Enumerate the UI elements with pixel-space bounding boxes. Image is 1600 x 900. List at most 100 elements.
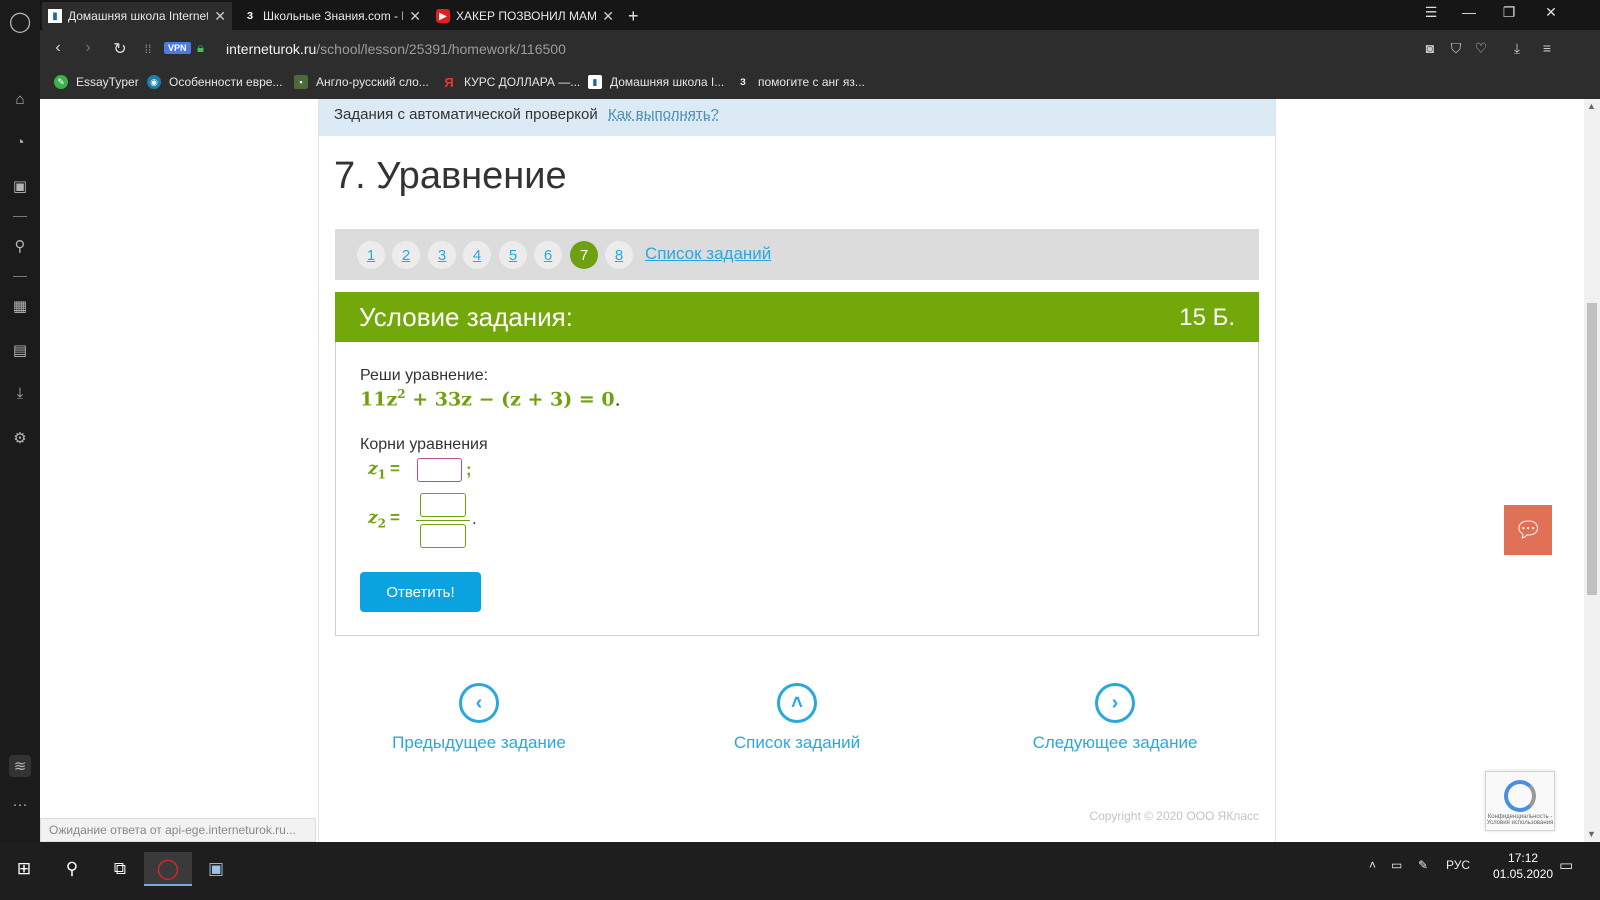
- pager-item[interactable]: 2: [392, 241, 420, 269]
- forward-icon[interactable]: ›: [78, 39, 98, 57]
- bookmark-item[interactable]: ◉ Особенности евре...: [147, 75, 282, 89]
- twitch-icon[interactable]: ▣: [9, 175, 31, 197]
- opera-taskbar-icon[interactable]: ◯: [144, 852, 192, 886]
- tab-youtube[interactable]: ▶ ХАКЕР ПОЗВОНИЛ МАМЕ ✕: [430, 2, 620, 30]
- scroll-up-icon[interactable]: ▲: [1587, 101, 1596, 111]
- z2-period: .: [472, 509, 477, 528]
- chevron-left-icon[interactable]: ‹: [459, 683, 499, 723]
- speed-dial-icon[interactable]: ◔: [9, 131, 31, 153]
- bookmark-label: Домашняя школа I...: [610, 75, 725, 89]
- z1-input[interactable]: [417, 458, 462, 482]
- vpn-badge[interactable]: VPN: [164, 42, 191, 54]
- grid-dots-icon[interactable]: ⁞⁞: [138, 42, 158, 56]
- easy-setup-icon[interactable]: ≡: [1537, 40, 1557, 56]
- url-field[interactable]: interneturok.ru/school/lesson/25391/home…: [226, 41, 566, 57]
- how-to-link[interactable]: Как выполнять?: [608, 106, 719, 123]
- close-icon[interactable]: ✕: [409, 8, 421, 25]
- pager-item-current[interactable]: 7: [570, 241, 598, 269]
- pager-item[interactable]: 6: [534, 241, 562, 269]
- bookmarks-bar: ✎ EssayTyper ◉ Особенности евре... ▪ Анг…: [40, 68, 1600, 99]
- shield-icon[interactable]: ⛉: [1446, 40, 1466, 57]
- condition-title: Условие задания:: [359, 302, 573, 332]
- task-list-nav-link[interactable]: Список заданий: [677, 733, 917, 753]
- download-icon[interactable]: ⤓: [1507, 40, 1527, 57]
- gamepad-icon[interactable]: ⌂: [9, 88, 31, 110]
- tab-znanija[interactable]: З Школьные Знания.com - Р ✕: [237, 2, 427, 30]
- next-task-nav[interactable]: › Следующее задание: [995, 683, 1235, 753]
- battery-icon[interactable]: ▭: [1391, 858, 1402, 872]
- reload-icon[interactable]: ↻: [110, 39, 130, 59]
- submit-button[interactable]: Ответить!: [360, 572, 481, 612]
- z2-denominator-input[interactable]: [420, 524, 466, 548]
- chevron-right-icon[interactable]: ›: [1095, 683, 1135, 723]
- search-icon[interactable]: ⚲: [9, 235, 31, 257]
- tab-title: Школьные Знания.com - Р: [263, 9, 404, 23]
- back-icon[interactable]: ‹: [48, 39, 68, 57]
- bookmark-item[interactable]: Я КУРС ДОЛЛАРА —...: [442, 74, 580, 90]
- bookmark-label: Англо-русский сло...: [316, 75, 429, 89]
- lock-icon[interactable]: 🔒︎: [197, 40, 204, 56]
- yandex-icon: Я: [444, 74, 454, 90]
- tab-interneturok[interactable]: ▮ Домашняя школа Internet ✕: [42, 2, 232, 30]
- bookmark-item[interactable]: ✎ EssayTyper: [54, 75, 139, 89]
- z1-label: z1: [368, 459, 386, 481]
- settings-icon[interactable]: ⚙: [9, 427, 31, 449]
- bookmark-item[interactable]: З помогите с анг яз...: [736, 75, 865, 89]
- tab-menu-icon[interactable]: ☰: [1420, 4, 1442, 21]
- next-task-link[interactable]: Следующее задание: [995, 733, 1235, 753]
- plus-icon: +: [628, 5, 639, 26]
- app-taskbar-icon[interactable]: ▣: [192, 852, 240, 886]
- pen-icon[interactable]: ✎: [1418, 858, 1428, 872]
- bookmark-item[interactable]: ▪ Англо-русский сло...: [294, 75, 429, 89]
- restore-icon[interactable]: ❐: [1498, 4, 1520, 21]
- language-indicator[interactable]: РУС: [1446, 858, 1470, 872]
- tray-chevron-icon[interactable]: ˄: [1369, 858, 1376, 872]
- equation: 11z2 + 33z − (z + 3) = 0.: [360, 387, 621, 410]
- grid-icon[interactable]: ▦: [9, 295, 31, 317]
- scroll-thumb[interactable]: [1587, 303, 1597, 595]
- scroll-down-icon[interactable]: ▼: [1587, 829, 1596, 839]
- prev-task-link[interactable]: Предыдущее задание: [359, 733, 599, 753]
- search-icon[interactable]: ⚲: [48, 852, 96, 886]
- download-icon[interactable]: ⤓: [9, 382, 31, 404]
- essaytyper-icon: ✎: [54, 75, 68, 89]
- windows-start-icon[interactable]: ⊞: [0, 852, 48, 886]
- recaptcha-badge[interactable]: Конфиденциальность - Условия использован…: [1485, 771, 1555, 831]
- clock[interactable]: 17:12 01.05.2020: [1493, 850, 1553, 882]
- prev-task-nav[interactable]: ‹ Предыдущее задание: [359, 683, 599, 753]
- chevron-up-icon[interactable]: ˄: [777, 683, 817, 723]
- page-scrollbar[interactable]: ▲ ▼: [1584, 99, 1600, 842]
- task-view-icon[interactable]: ⧉: [96, 852, 144, 886]
- address-bar: ‹ › ↻ ⁞⁞ VPN 🔒︎ interneturok.ru/school/l…: [40, 30, 1600, 68]
- chat-widget-button[interactable]: 💬︎: [1504, 505, 1552, 555]
- interneturok-favicon: ▮: [48, 9, 62, 23]
- new-tab-button[interactable]: +: [622, 2, 650, 30]
- opera-logo-icon[interactable]: ◯: [9, 10, 31, 33]
- bookmark-label: Особенности евре...: [169, 75, 283, 89]
- chat-icon: 💬︎: [1514, 517, 1542, 542]
- z2-numerator-input[interactable]: [420, 493, 466, 517]
- url-host: interneturok.ru: [226, 41, 317, 57]
- pager-item[interactable]: 1: [357, 241, 385, 269]
- window-close-icon[interactable]: ✕: [1540, 4, 1562, 21]
- notifications-icon[interactable]: ▭: [1559, 856, 1573, 874]
- more-icon[interactable]: ···: [9, 793, 31, 815]
- pager-item[interactable]: 3: [428, 241, 456, 269]
- bookmark-item[interactable]: ▮ Домашняя школа I...: [588, 75, 724, 89]
- close-icon[interactable]: ✕: [214, 8, 226, 25]
- recaptcha-icon: [1504, 780, 1536, 812]
- camera-icon[interactable]: ◙: [1420, 40, 1440, 56]
- wifi-icon[interactable]: ≋: [9, 755, 31, 777]
- tab-title: ХАКЕР ПОЗВОНИЛ МАМЕ: [456, 9, 597, 23]
- pager-item[interactable]: 8: [605, 241, 633, 269]
- youtube-favicon: ▶: [436, 9, 450, 23]
- pager-item[interactable]: 4: [463, 241, 491, 269]
- pager-item[interactable]: 5: [499, 241, 527, 269]
- minimize-icon[interactable]: —: [1458, 4, 1480, 20]
- task-list-nav[interactable]: ˄ Список заданий: [677, 683, 917, 753]
- heart-icon[interactable]: ♡: [1471, 40, 1491, 57]
- news-icon[interactable]: ▤: [9, 339, 31, 361]
- close-icon[interactable]: ✕: [602, 8, 614, 25]
- task-list-link[interactable]: Список заданий: [645, 244, 771, 264]
- fraction-line: [416, 520, 470, 521]
